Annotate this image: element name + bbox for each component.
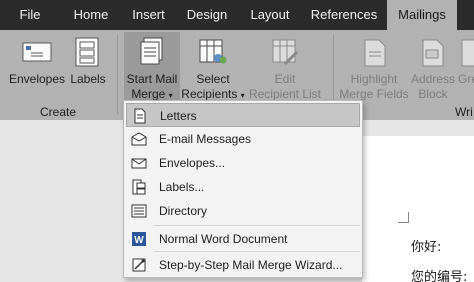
greeting-line-button[interactable]: Gre bbox=[457, 32, 474, 104]
document-line-number: 您的编号: bbox=[411, 270, 468, 282]
menu-item-mail-merge-wizard[interactable]: Step-by-Step Mail Merge Wizard... bbox=[126, 253, 360, 277]
tab-design[interactable]: Design bbox=[175, 0, 239, 30]
labels-label: Labels bbox=[70, 72, 106, 86]
address-block-label-line2: Block bbox=[418, 87, 448, 101]
menu-item-label: E-mail Messages bbox=[159, 132, 252, 146]
wizard-icon bbox=[132, 258, 146, 272]
margin-corner-mark bbox=[398, 212, 409, 223]
tab-file[interactable]: File bbox=[0, 0, 60, 30]
menu-item-label: Step-by-Step Mail Merge Wizard... bbox=[159, 258, 343, 272]
address-block-button[interactable]: Address Block bbox=[410, 32, 456, 104]
tab-mailings[interactable]: Mailings bbox=[387, 0, 457, 30]
start-mail-merge-label-line1: Start Mail bbox=[126, 72, 178, 86]
group-label-write: Wri bbox=[455, 105, 473, 119]
ribbon-tab-bar: File Home Insert Design Layout Reference… bbox=[0, 0, 474, 30]
labels-icon bbox=[75, 37, 99, 67]
edit-recipient-list-icon bbox=[272, 39, 299, 66]
directory-icon bbox=[131, 204, 147, 218]
letters-icon bbox=[134, 108, 146, 124]
menu-item-label: Envelopes... bbox=[159, 156, 226, 170]
greeting-line-icon bbox=[461, 39, 474, 67]
menu-separator bbox=[154, 225, 360, 226]
envelopes-label: Envelopes bbox=[8, 72, 66, 86]
word-icon: W bbox=[132, 232, 146, 246]
select-recipients-label-line1: Select bbox=[196, 72, 230, 86]
start-mail-merge-icon bbox=[140, 37, 163, 65]
highlight-merge-fields-icon bbox=[364, 39, 386, 67]
menu-separator bbox=[154, 251, 360, 252]
address-block-label-line1: Address bbox=[410, 72, 456, 86]
envelopes-button[interactable]: Envelopes bbox=[6, 32, 68, 104]
select-recipients-label-text: Recipients bbox=[181, 87, 238, 101]
envelope-icon bbox=[131, 158, 147, 169]
menu-item-label: Directory bbox=[159, 204, 208, 218]
chevron-down-icon: ▾ bbox=[240, 91, 245, 100]
edit-recipient-list-button[interactable]: Edit Recipient List bbox=[247, 32, 323, 104]
select-recipients-icon bbox=[199, 39, 227, 64]
highlight-merge-fields-label-line1: Highlight bbox=[350, 72, 398, 86]
chevron-down-icon: ▾ bbox=[168, 91, 173, 100]
tab-references[interactable]: References bbox=[301, 0, 387, 30]
email-icon bbox=[131, 132, 147, 146]
menu-item-envelopes[interactable]: Envelopes... bbox=[126, 151, 360, 175]
greeting-line-label: Gre bbox=[458, 72, 474, 86]
labels-button[interactable]: Labels bbox=[68, 32, 108, 104]
svg-text:W: W bbox=[134, 235, 144, 246]
highlight-merge-fields-button[interactable]: Highlight Merge Fields bbox=[338, 32, 410, 104]
group-separator bbox=[117, 34, 118, 114]
tab-home[interactable]: Home bbox=[60, 0, 122, 30]
menu-item-label: Labels... bbox=[159, 180, 205, 194]
start-mail-merge-menu: Letters E-mail Messages Envelopes... Lab… bbox=[123, 100, 363, 278]
start-mail-merge-button[interactable]: Start Mail Merge ▾ bbox=[124, 32, 180, 102]
menu-item-letters[interactable]: Letters bbox=[126, 103, 360, 127]
menu-item-email-messages[interactable]: E-mail Messages bbox=[126, 127, 360, 151]
tab-layout[interactable]: Layout bbox=[239, 0, 301, 30]
menu-item-normal-word-document[interactable]: W Normal Word Document bbox=[126, 227, 360, 251]
start-mail-merge-label-text: Merge bbox=[131, 87, 166, 101]
menu-item-label: Normal Word Document bbox=[159, 232, 288, 246]
menu-item-labels[interactable]: Labels... bbox=[126, 175, 360, 199]
tab-insert[interactable]: Insert bbox=[122, 0, 175, 30]
menu-item-directory[interactable]: Directory bbox=[126, 199, 360, 223]
document-page[interactable] bbox=[362, 136, 474, 282]
envelope-icon bbox=[22, 42, 52, 62]
edit-recipient-list-label-line1: Edit bbox=[274, 72, 296, 86]
menu-item-label: Letters bbox=[160, 109, 197, 123]
select-recipients-button[interactable]: Select Recipients ▾ bbox=[180, 32, 246, 104]
labels-icon bbox=[132, 179, 146, 195]
document-line-greeting: 你好: bbox=[411, 240, 442, 255]
address-block-icon bbox=[422, 39, 444, 67]
group-label-create: Create bbox=[40, 105, 77, 119]
